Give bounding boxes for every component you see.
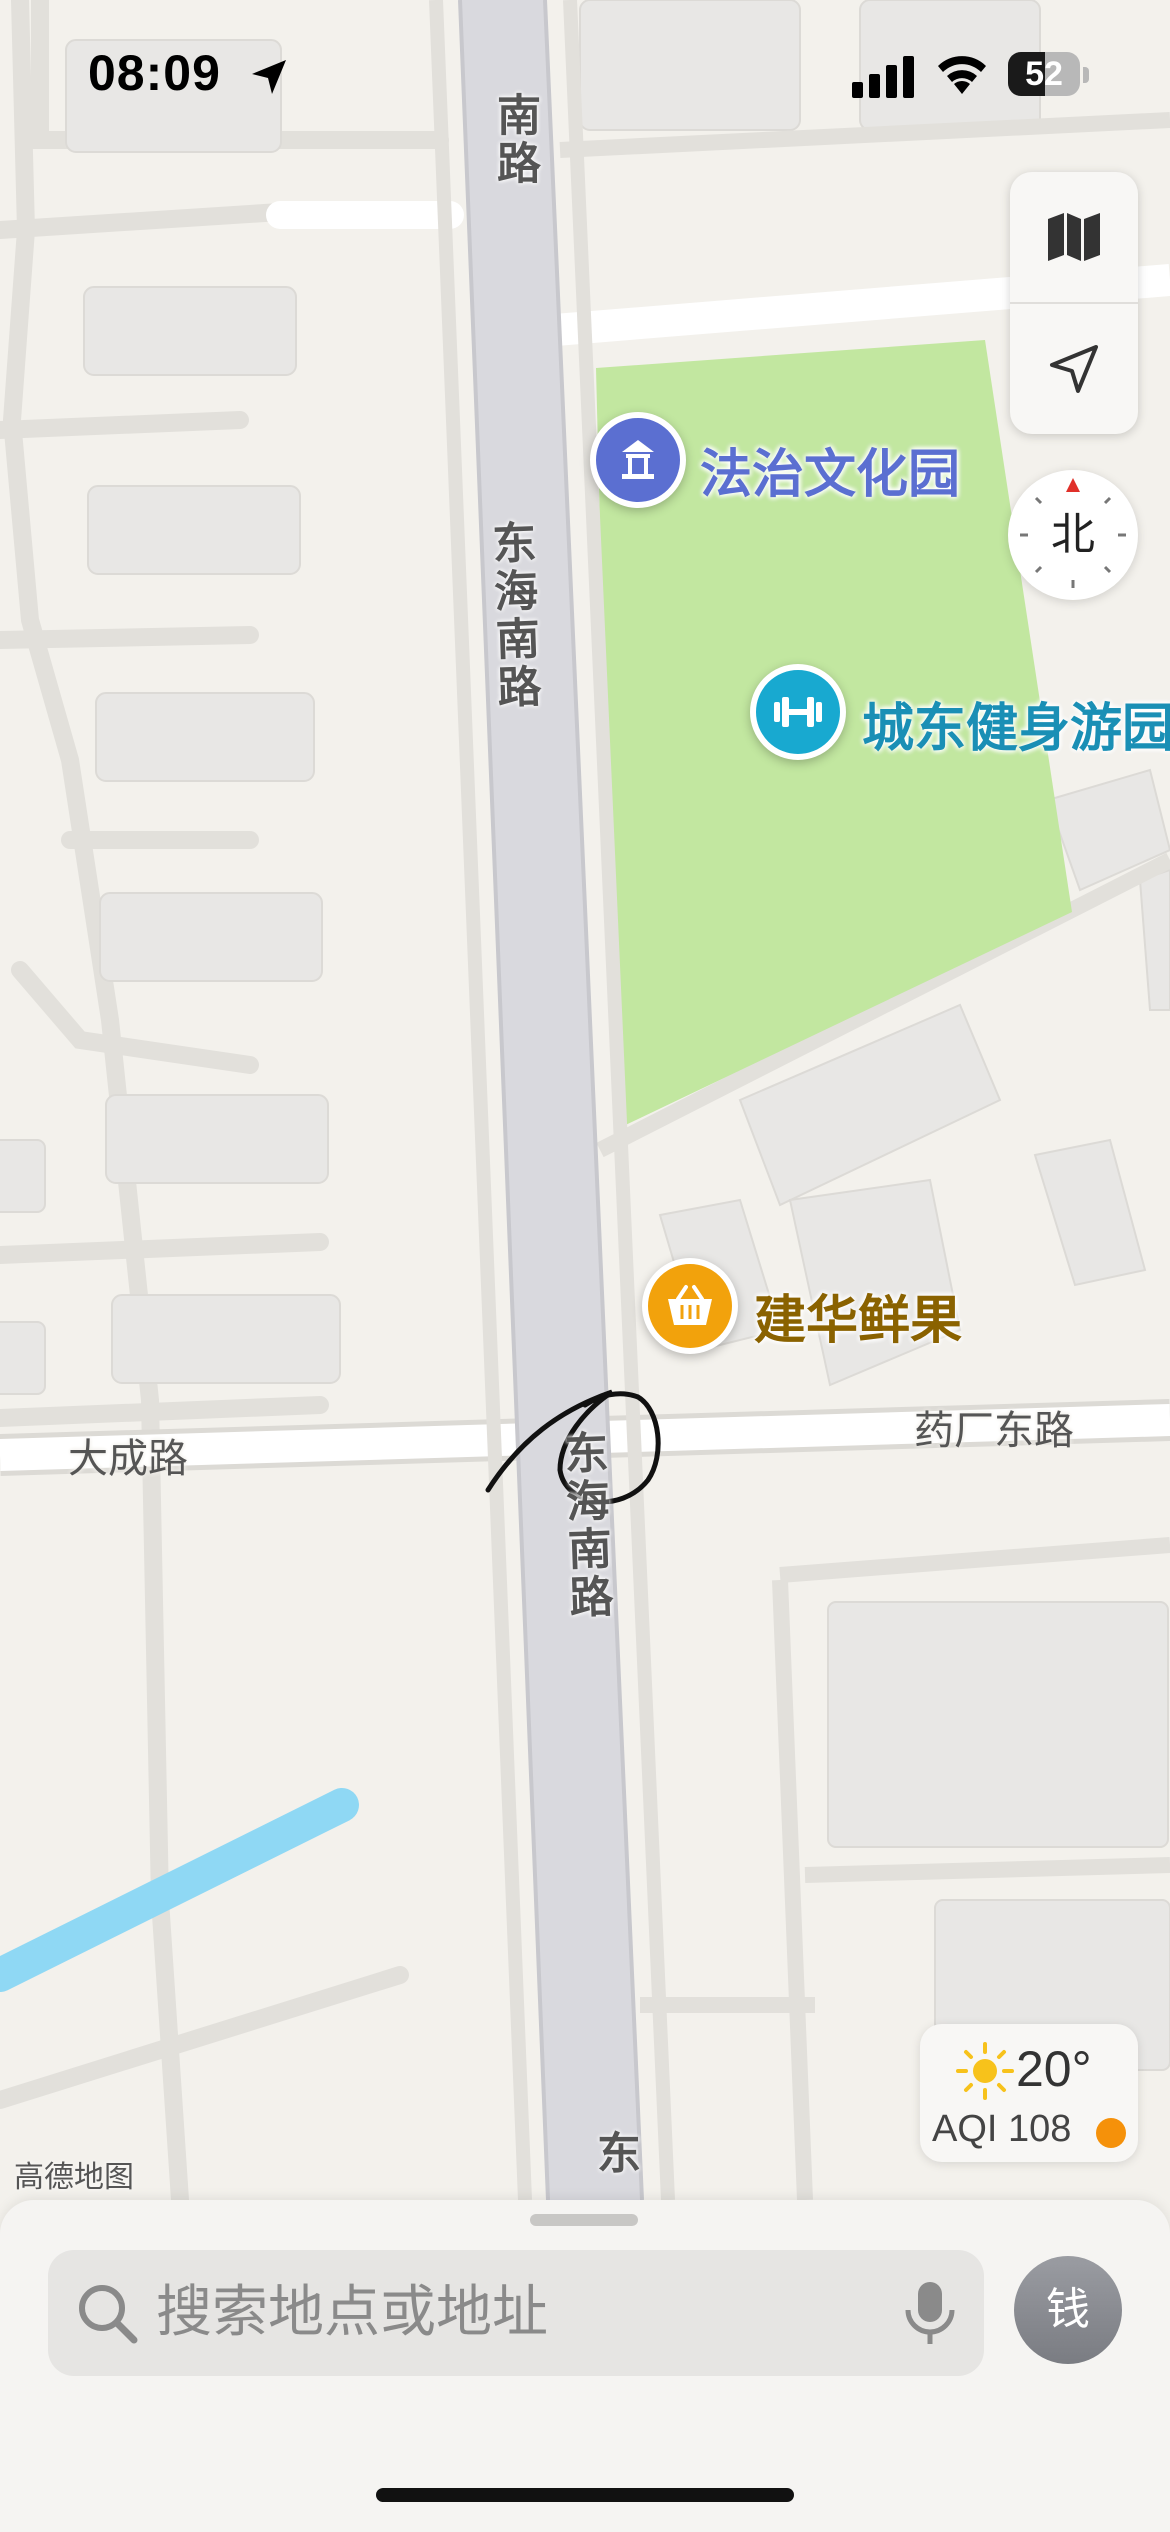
map-attribution: 高德地图: [14, 2160, 134, 2195]
road-label-east-street: 药厂东路: [914, 1408, 1074, 1454]
search-placeholder: 搜索地点或地址: [156, 2280, 548, 2345]
map-mode-button[interactable]: [1010, 172, 1138, 302]
aqi-status-dot: [1096, 2118, 1126, 2148]
road-label-main-mid: 东海南路: [483, 519, 542, 713]
dumbbell-icon: [774, 697, 822, 727]
sun-icon: [956, 2042, 1014, 2100]
search-icon: [79, 2285, 138, 2344]
poi-fruit-pin[interactable]: [642, 1258, 738, 1354]
road-label-main-bottom: 东: [589, 2130, 640, 2178]
poi-park-pin[interactable]: [590, 412, 686, 508]
road-label-main-lower: 东海南路: [555, 1429, 614, 1623]
battery-level: 52: [1025, 55, 1063, 93]
map-controls: [1010, 172, 1138, 434]
wifi-icon: [938, 56, 986, 94]
poi-gym-label[interactable]: 城东健身游园: [862, 686, 1170, 761]
home-indicator[interactable]: [376, 2488, 794, 2502]
poi-park-label[interactable]: 法治文化园: [700, 432, 960, 507]
poi-fruit-label[interactable]: 建华鲜果: [754, 1278, 962, 1353]
weather-aqi: AQI 108: [932, 2108, 1072, 2150]
pavilion-icon: [622, 440, 654, 479]
locate-me-button[interactable]: [1010, 304, 1138, 434]
avatar[interactable]: 钱: [1014, 2256, 1122, 2364]
search-bar[interactable]: 搜索地点或地址: [48, 2250, 984, 2376]
sheet-grabber[interactable]: [530, 2214, 638, 2226]
bottom-sheet: 搜索地点或地址 钱: [0, 2200, 1170, 2532]
compass-north-label: 北: [1051, 509, 1095, 560]
poi-gym-pin[interactable]: [750, 664, 846, 760]
weather-widget[interactable]: 20° AQI 108: [920, 2024, 1138, 2162]
location-active-icon: [252, 60, 286, 94]
compass-button[interactable]: 北: [1008, 470, 1138, 600]
microphone-icon[interactable]: [900, 2280, 960, 2348]
status-bar: 08:09 52: [0, 0, 1170, 150]
cellular-signal-icon: [852, 56, 914, 98]
map-screen: 南路 东海南路 东海南路 东 大成路 药厂东路 法治文化园 城东健身游园 建华鲜…: [0, 0, 1170, 2532]
weather-temperature: 20°: [1016, 2041, 1092, 2097]
road-label-west-street: 大成路: [68, 1436, 188, 1482]
status-time: 08:09: [88, 45, 221, 101]
map-icon: [1048, 213, 1100, 261]
basket-icon: [668, 1285, 712, 1325]
battery-indicator: 52: [1008, 52, 1090, 100]
location-arrow-icon: [1050, 345, 1098, 393]
